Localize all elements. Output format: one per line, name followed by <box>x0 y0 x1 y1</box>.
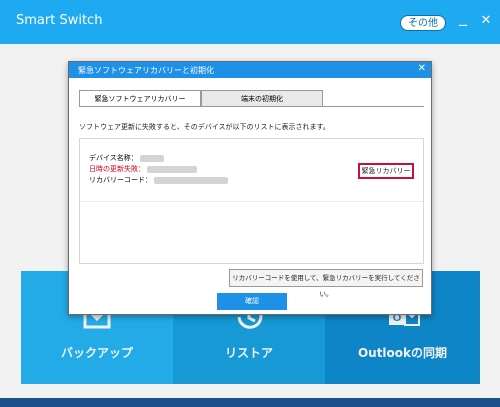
tab-divider <box>79 106 424 107</box>
failed-date-row: 日時の更新失敗： <box>89 164 198 174</box>
device-name-row: デバイス名称： <box>89 153 165 163</box>
dialog-description: ソフトウェア更新に失敗すると、そのデバイスが以下のリストに表示されます。 <box>79 123 330 131</box>
minimize-button[interactable]: _ <box>455 7 471 26</box>
failed-date-redacted <box>147 165 198 173</box>
device-name-label: デバイス名称： <box>89 154 138 162</box>
recovery-code-redacted <box>154 176 229 184</box>
device-name-redacted <box>140 154 165 162</box>
app-titlebar: Smart Switch その他 _ ✕ <box>0 0 500 44</box>
device-list: デバイス名称： 日時の更新失敗： リカバリーコード： <box>79 138 424 264</box>
tab-device-initialize[interactable]: 端末の初期化 <box>201 90 323 107</box>
app-title: Smart Switch <box>16 13 103 28</box>
dialog-titlebar: 緊急ソフトウェアリカバリーと初期化 ✕ <box>69 62 431 78</box>
close-button[interactable]: ✕ <box>478 13 494 28</box>
taskbar-edge <box>0 398 500 407</box>
device-list-separator <box>80 201 423 202</box>
use-recovery-code-button[interactable]: リカバリーコードを使用して、緊急リカバリーを実行してください。 <box>229 269 423 298</box>
emergency-recovery-button[interactable]: 緊急リカバリー <box>358 163 414 179</box>
recovery-code-label: リカバリーコード： <box>89 176 152 184</box>
dialog-title: 緊急ソフトウェアリカバリーと初期化 <box>78 66 214 75</box>
tab-emergency-recovery[interactable]: 緊急ソフトウェアリカバリー <box>79 90 201 107</box>
failed-date-label: 日時の更新失敗： <box>89 165 145 173</box>
confirm-button[interactable]: 確認 <box>217 293 287 310</box>
more-button[interactable]: その他 <box>400 15 446 31</box>
emergency-recovery-dialog: 緊急ソフトウェアリカバリーと初期化 ✕ 緊急ソフトウェアリカバリー 端末の初期化… <box>68 61 432 315</box>
dialog-close-icon[interactable]: ✕ <box>418 63 426 74</box>
recovery-code-row: リカバリーコード： <box>89 175 229 185</box>
